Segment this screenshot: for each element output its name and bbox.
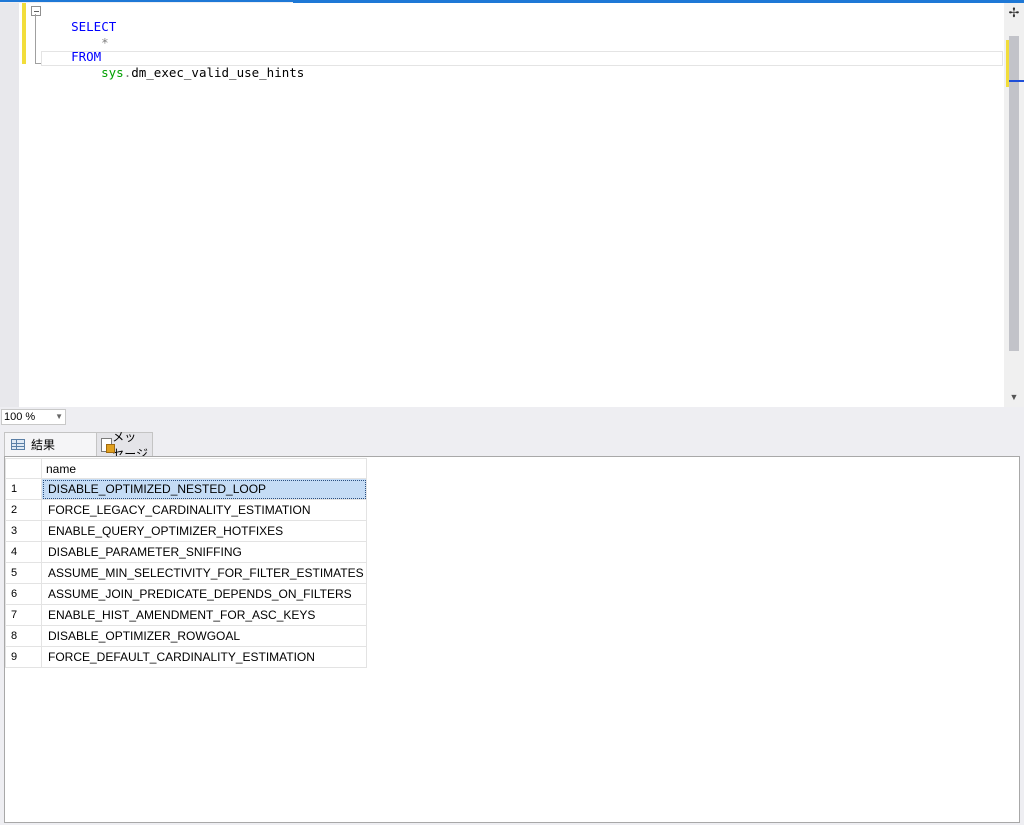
active-tab-indicator bbox=[0, 0, 293, 2]
scrollbar-thumb[interactable] bbox=[1009, 36, 1019, 351]
editor-gutter bbox=[0, 3, 19, 407]
row-number[interactable]: 2 bbox=[5, 499, 42, 521]
schema-name: sys bbox=[101, 65, 124, 80]
code-line-4[interactable]: sys.dm_exec_valid_use_hints bbox=[71, 49, 304, 97]
row-number[interactable]: 7 bbox=[5, 604, 42, 626]
grid-header-row: name bbox=[5, 458, 367, 479]
table-row[interactable]: 4 DISABLE_PARAMETER_SNIFFING bbox=[5, 541, 367, 563]
column-header-name[interactable]: name bbox=[41, 458, 367, 479]
split-window-icon[interactable]: ✢ bbox=[1004, 3, 1024, 23]
tab-results-label: 結果 bbox=[31, 438, 56, 452]
grid-cell[interactable]: DISABLE_PARAMETER_SNIFFING bbox=[41, 541, 367, 563]
grid-cell[interactable]: FORCE_LEGACY_CARDINALITY_ESTIMATION bbox=[41, 499, 367, 521]
collapse-outline-icon[interactable] bbox=[31, 6, 41, 16]
table-row[interactable]: 5 ASSUME_MIN_SELECTIVITY_FOR_FILTER_ESTI… bbox=[5, 562, 367, 584]
table-row[interactable]: 7 ENABLE_HIST_AMENDMENT_FOR_ASC_KEYS bbox=[5, 604, 367, 626]
row-number[interactable]: 1 bbox=[5, 478, 42, 500]
zoom-value: 100 % bbox=[4, 411, 36, 423]
table-row[interactable]: 8 DISABLE_OPTIMIZER_ROWGOAL bbox=[5, 625, 367, 647]
result-tabstrip bbox=[0, 429, 1024, 456]
table-row[interactable]: 1 DISABLE_OPTIMIZED_NESTED_LOOP bbox=[5, 478, 367, 500]
grid-cell[interactable]: ASSUME_JOIN_PREDICATE_DEPENDS_ON_FILTERS bbox=[41, 583, 367, 605]
select-star: * bbox=[101, 35, 109, 50]
grid-cell-selected[interactable]: DISABLE_OPTIMIZED_NESTED_LOOP bbox=[41, 478, 367, 500]
row-number[interactable]: 8 bbox=[5, 625, 42, 647]
grid-cell[interactable]: DISABLE_OPTIMIZER_ROWGOAL bbox=[41, 625, 367, 647]
change-tracking-bar bbox=[22, 3, 26, 64]
row-number-header[interactable] bbox=[5, 458, 42, 479]
grid-cell[interactable]: ENABLE_QUERY_OPTIMIZER_HOTFIXES bbox=[41, 520, 367, 542]
grid-cell[interactable]: ENABLE_HIST_AMENDMENT_FOR_ASC_KEYS bbox=[41, 604, 367, 626]
table-row[interactable]: 6 ASSUME_JOIN_PREDICATE_DEPENDS_ON_FILTE… bbox=[5, 583, 367, 605]
table-row[interactable]: 2 FORCE_LEGACY_CARDINALITY_ESTIMATION bbox=[5, 499, 367, 521]
row-number[interactable]: 4 bbox=[5, 541, 42, 563]
zoom-select[interactable]: 100 % ▼ bbox=[1, 409, 66, 425]
tab-messages[interactable]: メッセージ bbox=[97, 430, 153, 461]
messages-icon bbox=[101, 437, 116, 453]
row-number[interactable]: 5 bbox=[5, 562, 42, 584]
scroll-down-icon[interactable]: ▼ bbox=[1007, 392, 1021, 404]
tab-results[interactable]: 結果 bbox=[4, 432, 97, 456]
query-editor[interactable]: SELECT * FROM sys.dm_exec_valid_use_hint… bbox=[0, 3, 1024, 407]
row-number[interactable]: 6 bbox=[5, 583, 42, 605]
zoom-bar bbox=[0, 407, 1024, 427]
row-number[interactable]: 9 bbox=[5, 646, 42, 668]
object-name: dm_exec_valid_use_hints bbox=[131, 65, 305, 80]
table-row[interactable]: 9 FORCE_DEFAULT_CARDINALITY_ESTIMATION bbox=[5, 646, 367, 668]
outline-line bbox=[35, 14, 36, 64]
scrollbar-caret-marker bbox=[1009, 80, 1024, 82]
grid-cell[interactable]: ASSUME_MIN_SELECTIVITY_FOR_FILTER_ESTIMA… bbox=[41, 562, 367, 584]
grid-cell[interactable]: FORCE_DEFAULT_CARDINALITY_ESTIMATION bbox=[41, 646, 367, 668]
table-row[interactable]: 3 ENABLE_QUERY_OPTIMIZER_HOTFIXES bbox=[5, 520, 367, 542]
chevron-down-icon[interactable]: ▼ bbox=[55, 410, 63, 424]
grid-icon bbox=[11, 439, 25, 450]
results-grid[interactable]: name 1 DISABLE_OPTIMIZED_NESTED_LOOP 2 F… bbox=[5, 458, 367, 668]
row-number[interactable]: 3 bbox=[5, 520, 42, 542]
